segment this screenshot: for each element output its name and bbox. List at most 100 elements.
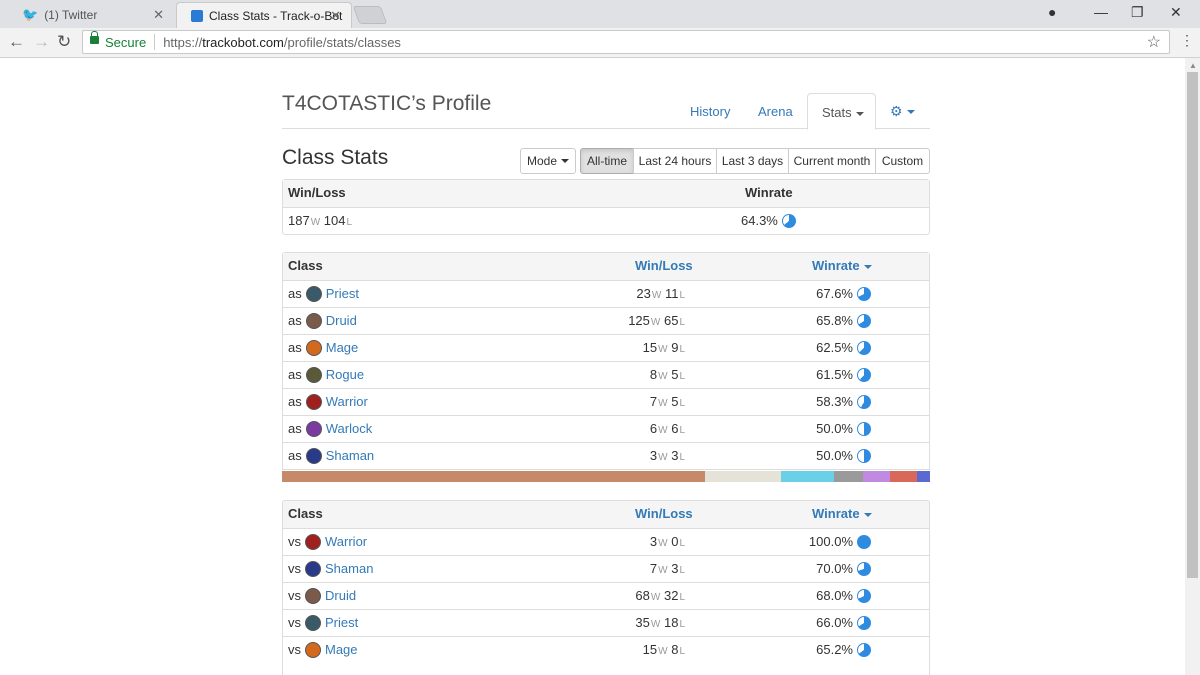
close-window-icon[interactable]: ✕	[1170, 4, 1182, 21]
losses-unit: L	[679, 565, 685, 576]
distribution-segment	[834, 471, 864, 482]
tab-arena[interactable]: Arena	[758, 104, 793, 119]
table-row: as Priest 23W 11L 67.6%	[283, 280, 929, 307]
profile-icon[interactable]: ●	[1048, 4, 1056, 20]
restore-icon[interactable]: ❐	[1131, 4, 1144, 21]
secure-label: Secure	[105, 34, 147, 50]
gear-icon: ⚙	[890, 103, 903, 119]
class-cell: vs Mage	[288, 637, 358, 663]
class-link[interactable]: Warrior	[325, 534, 367, 549]
class-warrior-icon	[305, 393, 322, 410]
row-prefix: vs	[288, 642, 301, 657]
winloss-cell: 6W 6L	[650, 416, 685, 444]
class-link[interactable]: Mage	[326, 340, 359, 355]
winrate-cell: 61.5%	[816, 362, 871, 388]
winrate-pie-icon	[857, 448, 871, 463]
wins-value: 7	[649, 561, 658, 576]
winloss-cell: 3W 3L	[650, 443, 685, 471]
table-row: vs Warrior 3W 0L 100.0%	[283, 528, 929, 555]
url-host: trackobot.com	[202, 34, 284, 50]
tab-twitter[interactable]: 🐦 (1) Twitter ✕	[8, 2, 174, 28]
class-mage-icon	[305, 641, 321, 658]
scroll-up-icon[interactable]: ▲	[1189, 61, 1197, 70]
filter-custom[interactable]: Custom	[875, 148, 930, 174]
tab-stats[interactable]: Stats	[807, 93, 876, 130]
class-link[interactable]: Warrior	[326, 394, 368, 409]
chevron-down-icon	[561, 159, 570, 163]
tab-class-stats[interactable]: Class Stats - Track-o-Bot ✕	[176, 2, 352, 28]
back-icon[interactable]: ←	[8, 32, 25, 52]
close-tab-icon[interactable]: ✕	[153, 7, 164, 23]
winrate-value: 66.0%	[816, 615, 853, 630]
reload-icon[interactable]: ↻	[57, 32, 71, 52]
url-path: /profile/stats/classes	[283, 34, 401, 50]
table-row: as Shaman 3W 3L 50.0%	[283, 442, 929, 469]
class-link[interactable]: Priest	[326, 286, 359, 301]
wins-unit: W	[658, 344, 668, 355]
scrollbar-thumb[interactable]	[1187, 72, 1198, 578]
winrate-value: 50.0%	[816, 448, 853, 463]
row-prefix: as	[288, 448, 302, 463]
winrate-cell: 50.0%	[816, 416, 871, 442]
filter-current-month[interactable]: Current month	[788, 148, 876, 174]
class-link[interactable]: Mage	[325, 642, 358, 657]
lock-icon	[90, 31, 99, 44]
new-tab-button[interactable]	[352, 6, 388, 24]
class-druid-icon	[305, 312, 322, 329]
class-link[interactable]: Warlock	[326, 421, 372, 436]
winloss-cell: 3W 0L	[650, 529, 685, 557]
tab-history[interactable]: History	[690, 104, 730, 119]
browser-toolbar: ← → ↻ Secure https://trackobot.com/profi…	[0, 28, 1200, 58]
wins-value: 3	[649, 534, 658, 549]
class-link[interactable]: Druid	[325, 588, 356, 603]
losses-value: 65	[663, 313, 679, 328]
header-winloss: Win/Loss	[288, 185, 346, 200]
class-link[interactable]: Shaman	[326, 448, 374, 463]
filter-all-time[interactable]: All-time	[580, 148, 634, 174]
wins-value: 6	[649, 421, 658, 436]
class-link[interactable]: Rogue	[326, 367, 364, 382]
winloss-cell: 35W 18L	[635, 610, 685, 638]
class-cell: vs Priest	[288, 610, 358, 636]
losses-unit: L	[679, 425, 685, 436]
close-tab-icon[interactable]: ✕	[330, 8, 341, 24]
class-link[interactable]: Druid	[326, 313, 357, 328]
header-class: Class	[288, 506, 323, 521]
class-link[interactable]: Shaman	[325, 561, 373, 576]
table-row: as Druid 125W 65L 65.8%	[283, 307, 929, 334]
mode-dropdown[interactable]: Mode	[520, 148, 576, 174]
sort-winrate-link[interactable]: Winrate	[812, 253, 872, 279]
filter-last-24-hours[interactable]: Last 24 hours	[633, 148, 717, 174]
sort-winloss-link[interactable]: Win/Loss	[635, 253, 693, 279]
winloss-cell: 7W 5L	[650, 389, 685, 417]
vs-class-table: Class Win/Loss Winrate vs Warrior 3W 0L 100…	[282, 500, 930, 675]
filter-last-3-days[interactable]: Last 3 days	[716, 148, 789, 174]
summary-table: Win/Loss Winrate 187W 104L 64.3%	[282, 179, 930, 235]
losses-value: 5	[671, 367, 679, 382]
wins-value: 8	[649, 367, 658, 382]
browser-menu-icon[interactable]: ⋮	[1180, 32, 1194, 49]
sort-winloss-link[interactable]: Win/Loss	[635, 501, 693, 527]
wins-unit: W	[651, 290, 662, 301]
tab-class-stats-title: Class Stats - Track-o-Bot	[209, 8, 343, 23]
class-priest-icon	[305, 614, 321, 631]
table-row: as Warrior 7W 5L 58.3%	[283, 388, 929, 415]
row-prefix: as	[288, 313, 302, 328]
losses-value: 6	[671, 421, 679, 436]
page-scrollbar[interactable]: ▲	[1185, 58, 1200, 675]
wins-value: 68	[635, 588, 650, 603]
winrate-value: 68.0%	[816, 588, 853, 603]
losses-value: 18	[663, 615, 679, 630]
class-link[interactable]: Priest	[325, 615, 358, 630]
bookmark-star-icon[interactable]: ☆	[1147, 32, 1161, 52]
table-row: vs Druid 68W 32L 68.0%	[283, 582, 929, 609]
minimize-icon[interactable]: —	[1094, 4, 1108, 20]
losses-unit: L	[679, 592, 685, 603]
winrate-value: 67.6%	[816, 286, 853, 301]
address-bar[interactable]: Secure https://trackobot.com/profile/sta…	[82, 30, 1170, 54]
distribution-segment	[916, 471, 930, 482]
settings-dropdown[interactable]: ⚙	[890, 103, 915, 120]
sort-winrate-link[interactable]: Winrate	[812, 501, 872, 527]
forward-icon[interactable]: →	[33, 32, 50, 52]
winrate-cell: 100.0%	[809, 529, 871, 555]
